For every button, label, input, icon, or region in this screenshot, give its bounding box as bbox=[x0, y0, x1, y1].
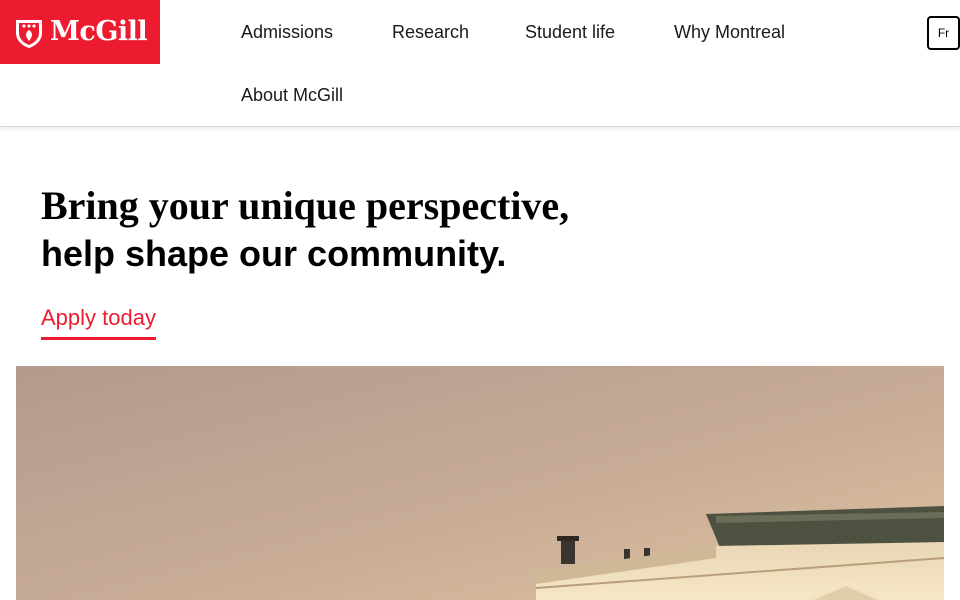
hero-building-photo bbox=[16, 366, 944, 600]
apply-today-link[interactable]: Apply today bbox=[41, 303, 156, 340]
hero-heading-line1: Bring your unique perspective, bbox=[41, 183, 570, 228]
nav-admissions[interactable]: Admissions bbox=[241, 20, 333, 44]
mcgill-wordmark: McGill bbox=[50, 16, 148, 47]
hero-heading-line2: help shape our community. bbox=[41, 233, 507, 274]
language-toggle-button[interactable]: Fr bbox=[927, 16, 960, 50]
building-photo-icon bbox=[16, 366, 944, 600]
mcgill-logo-link[interactable]: McGill bbox=[0, 0, 160, 64]
nav-research[interactable]: Research bbox=[392, 20, 469, 44]
nav-about-mcgill[interactable]: About McGill bbox=[241, 83, 343, 107]
nav-student-life[interactable]: Student life bbox=[525, 20, 615, 44]
shield-icon bbox=[16, 20, 42, 48]
nav-why-montreal[interactable]: Why Montreal bbox=[674, 20, 785, 44]
site-header: McGill Admissions Research Student life … bbox=[0, 0, 960, 127]
